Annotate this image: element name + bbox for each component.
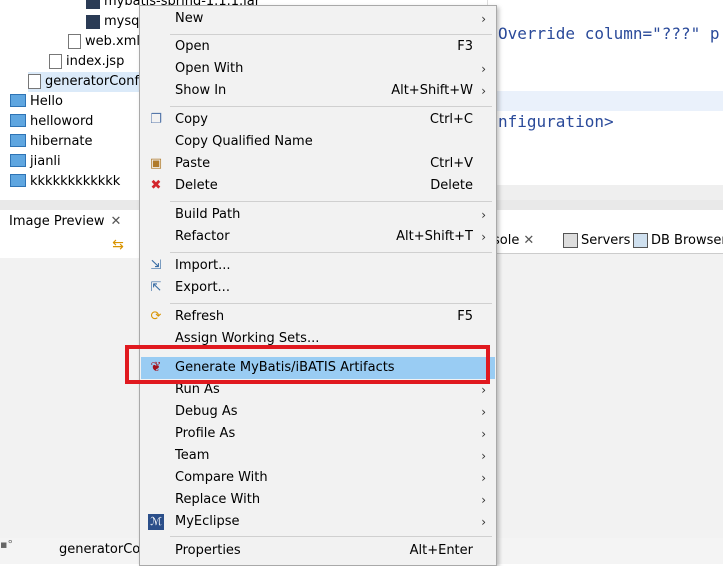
menu-item-export[interactable]: ⇱ Export... bbox=[141, 277, 495, 299]
tree-item-generatorconfig[interactable]: generatorConfig bbox=[28, 72, 151, 92]
menu-item-copy[interactable]: ❐ Copy Ctrl+C bbox=[141, 109, 495, 131]
menu-item-build-path[interactable]: Build Path › bbox=[141, 204, 495, 226]
swap-icon[interactable]: ⇆ bbox=[110, 237, 126, 253]
console-tabbar: sole ✕ Servers DB Browser bbox=[487, 229, 723, 254]
tree-item-hibernate[interactable]: hibernate bbox=[10, 132, 93, 152]
db-browser-icon bbox=[633, 233, 648, 248]
folder-icon bbox=[10, 134, 26, 147]
paste-icon: ▣ bbox=[149, 156, 163, 171]
menu-item-open[interactable]: Open F3 bbox=[141, 36, 495, 58]
xml-file-icon bbox=[68, 34, 81, 49]
menu-item-team[interactable]: Team › bbox=[141, 445, 495, 467]
console-body bbox=[487, 254, 723, 564]
folder-icon bbox=[10, 154, 26, 167]
annotation-highlight-box bbox=[125, 345, 490, 384]
image-preview-toolbar bbox=[0, 234, 150, 258]
import-icon: ⇲ bbox=[150, 258, 162, 273]
chevron-right-icon: › bbox=[481, 12, 486, 26]
chevron-right-icon: › bbox=[481, 405, 486, 419]
tree-item-helloword[interactable]: helloword bbox=[10, 112, 93, 132]
jar-icon bbox=[86, 0, 100, 9]
folder-icon bbox=[10, 174, 26, 187]
folder-icon bbox=[10, 94, 26, 107]
status-text: generatorCon bbox=[59, 542, 149, 557]
menu-item-debug-as[interactable]: Debug As › bbox=[141, 401, 495, 423]
jar-icon bbox=[86, 14, 100, 29]
servers-icon bbox=[563, 233, 578, 248]
tree-item-hello[interactable]: Hello bbox=[10, 92, 63, 112]
chevron-right-icon: › bbox=[481, 515, 486, 529]
chevron-right-icon: › bbox=[481, 230, 486, 244]
tab-image-preview[interactable]: Image Preview ✕ bbox=[0, 210, 127, 234]
chevron-right-icon: › bbox=[481, 471, 486, 485]
tree-item-kkkk[interactable]: kkkkkkkkkkkk bbox=[10, 172, 120, 192]
chevron-right-icon: › bbox=[481, 62, 486, 76]
close-icon[interactable]: ✕ bbox=[110, 214, 121, 229]
image-preview-body bbox=[0, 258, 150, 564]
menu-item-replace-with[interactable]: Replace With › bbox=[141, 489, 495, 511]
menu-separator bbox=[170, 303, 492, 304]
tab-console[interactable]: sole ✕ bbox=[493, 229, 534, 253]
refresh-icon: ⟳ bbox=[150, 309, 162, 324]
menu-separator bbox=[170, 201, 492, 202]
menu-item-show-in[interactable]: Show In Alt+Shift+W › bbox=[141, 80, 495, 102]
menu-item-copy-qualified-name[interactable]: Copy Qualified Name bbox=[141, 131, 495, 153]
copy-icon: ❐ bbox=[150, 112, 162, 127]
tab-servers[interactable]: Servers bbox=[563, 229, 630, 253]
chevron-right-icon: › bbox=[481, 449, 486, 463]
menu-item-refactor[interactable]: Refactor Alt+Shift+T › bbox=[141, 226, 495, 248]
menu-item-refresh[interactable]: ⟳ Refresh F5 bbox=[141, 306, 495, 328]
menu-separator bbox=[170, 34, 492, 35]
editor-line-configuration: nfiguration> bbox=[498, 112, 614, 131]
tree-item-index-jsp[interactable]: index.jsp bbox=[49, 52, 124, 72]
context-menu: New › Open F3 Open With › Show In Alt+Shift+… bbox=[139, 5, 497, 566]
project-tree: mybatis-spring-1.1.1.jar mysql web.xml i… bbox=[0, 0, 260, 192]
image-preview-tabbar: Image Preview ✕ bbox=[0, 210, 150, 235]
xml-editor[interactable]: Override column="???" p nfiguration> bbox=[487, 0, 723, 192]
xml-file-icon bbox=[28, 74, 41, 89]
editor-line-override: Override column="???" p bbox=[498, 24, 720, 43]
menu-separator bbox=[170, 536, 492, 537]
jsp-file-icon bbox=[49, 54, 62, 69]
menu-item-new[interactable]: New › bbox=[141, 8, 495, 30]
menu-separator bbox=[170, 252, 492, 253]
menu-item-properties[interactable]: Properties Alt+Enter bbox=[141, 540, 495, 562]
menu-item-profile-as[interactable]: Profile As › bbox=[141, 423, 495, 445]
tree-item-jianli[interactable]: jianli bbox=[10, 152, 61, 172]
menu-item-compare-with[interactable]: Compare With › bbox=[141, 467, 495, 489]
chevron-right-icon: › bbox=[481, 427, 486, 441]
chevron-right-icon: › bbox=[481, 84, 486, 98]
status-indicator-icon: ▪° bbox=[0, 538, 13, 551]
menu-item-delete[interactable]: ✖ Delete Delete bbox=[141, 175, 495, 197]
chevron-right-icon: › bbox=[481, 493, 486, 507]
delete-icon: ✖ bbox=[150, 178, 162, 193]
tree-item-mysql[interactable]: mysql bbox=[86, 12, 143, 32]
chevron-right-icon: › bbox=[481, 208, 486, 222]
menu-item-open-with[interactable]: Open With › bbox=[141, 58, 495, 80]
editor-current-line bbox=[488, 91, 723, 111]
menu-item-myeclipse[interactable]: ℳ MyEclipse › bbox=[141, 511, 495, 533]
folder-icon bbox=[10, 114, 26, 127]
export-icon: ⇱ bbox=[150, 280, 162, 295]
myeclipse-icon: ℳ bbox=[148, 514, 164, 530]
tab-db-browser[interactable]: DB Browser bbox=[633, 229, 723, 253]
tree-item-web-xml[interactable]: web.xml bbox=[68, 32, 140, 52]
menu-item-paste[interactable]: ▣ Paste Ctrl+V bbox=[141, 153, 495, 175]
menu-item-import[interactable]: ⇲ Import... bbox=[141, 255, 495, 277]
menu-separator bbox=[170, 106, 492, 107]
close-icon[interactable]: ✕ bbox=[523, 233, 534, 248]
